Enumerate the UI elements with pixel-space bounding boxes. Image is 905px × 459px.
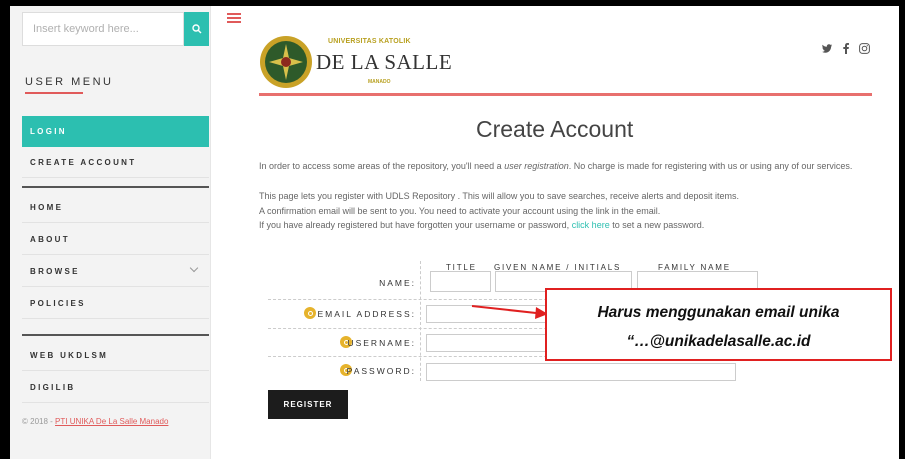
university-city: MANADO <box>368 79 391 85</box>
intro-emphasis: user registration <box>504 161 569 171</box>
name-label-cell: NAME: <box>268 278 416 290</box>
instagram-icon[interactable] <box>859 43 870 54</box>
annotation-box: Harus menggunakan email unika “…@unikade… <box>545 288 892 361</box>
header-divider <box>259 93 872 96</box>
username-label: USERNAME: <box>347 338 416 348</box>
title-underline <box>25 92 83 94</box>
title-input[interactable] <box>430 271 491 292</box>
forgot-password-text: If you have already registered but have … <box>259 219 889 231</box>
sidebar: USER MENU LOGIN CREATE ACCOUNT HOME ABOU… <box>10 6 211 459</box>
annotation-line-1: Harus menggunakan email unika <box>597 304 840 321</box>
register-button[interactable]: REGISTER <box>268 390 348 419</box>
forgot-text-b: to set a new password. <box>609 220 705 230</box>
password-field[interactable] <box>426 363 736 381</box>
sidebar-item-home[interactable]: HOME <box>22 192 209 223</box>
sidebar-divider <box>22 334 209 336</box>
name-label: NAME: <box>379 278 416 288</box>
forgot-text-a: If you have already registered but have … <box>259 220 572 230</box>
chevron-down-icon <box>189 263 199 273</box>
sidebar-item-label: ABOUT <box>30 234 70 244</box>
copyright: © 2018 - PTI UNIKA De La Salle Manado <box>22 417 168 426</box>
sidebar-item-label: DIGILIB <box>30 382 76 392</box>
search-input[interactable] <box>22 12 184 46</box>
user-menu-title: USER MENU <box>25 76 114 88</box>
hamburger-menu-icon[interactable] <box>227 13 241 23</box>
sidebar-item-label: CREATE ACCOUNT <box>30 157 137 167</box>
sidebar-item-label: POLICIES <box>30 298 86 308</box>
copyright-text: © 2018 - <box>22 417 56 426</box>
confirmation-info-text: A confirmation email will be sent to you… <box>259 206 661 216</box>
university-logo <box>260 36 312 88</box>
sidebar-item-label: HOME <box>30 202 64 212</box>
sidebar-item-digilib[interactable]: DIGILIB <box>22 372 209 403</box>
form-column-divider <box>420 261 421 381</box>
sidebar-item-about[interactable]: ABOUT <box>22 224 209 255</box>
browser-viewport: USER MENU LOGIN CREATE ACCOUNT HOME ABOU… <box>10 6 899 459</box>
search-bar <box>22 12 209 46</box>
password-label: PASSWORD: <box>346 366 416 376</box>
intro-paragraph: In order to access some areas of the rep… <box>259 160 889 172</box>
sidebar-item-web-ukdlsm[interactable]: WEB UKDLSM <box>22 340 209 371</box>
page-title: Create Account <box>476 116 634 142</box>
search-icon <box>191 24 201 34</box>
copyright-link[interactable]: PTI UNIKA De La Salle Manado <box>55 417 168 426</box>
annotation-arrow <box>471 305 548 319</box>
register-info-text: This page lets you register with UDLS Re… <box>259 191 740 201</box>
sidebar-divider <box>22 186 209 188</box>
university-subtitle: UNIVERSITAS KATOLIK <box>328 38 411 45</box>
university-name: DE LA SALLE <box>316 50 453 74</box>
email-label: EMAIL ADDRESS: <box>317 309 416 319</box>
intro-text-a: In order to access some areas of the rep… <box>259 161 505 171</box>
sidebar-item-label: BROWSE <box>30 266 80 276</box>
sidebar-item-label: LOGIN <box>30 127 67 136</box>
password-label-cell: PASSWORD: <box>268 366 416 378</box>
facebook-icon[interactable] <box>843 43 849 54</box>
email-label-cell: EMAIL ADDRESS: <box>268 309 416 321</box>
sidebar-item-policies[interactable]: POLICIES <box>22 288 209 319</box>
sidebar-item-label: WEB UKDLSM <box>30 350 109 360</box>
twitter-icon[interactable] <box>822 44 832 53</box>
annotation-line-2: “…@unikadelasalle.ac.id <box>626 333 811 350</box>
intro-text-b: . No charge is made for registering with… <box>568 161 853 171</box>
search-button[interactable] <box>184 12 209 46</box>
sidebar-item-login[interactable]: LOGIN <box>22 116 209 147</box>
username-label-cell: USERNAME: <box>268 338 416 350</box>
sidebar-item-browse[interactable]: BROWSE <box>22 256 209 287</box>
sidebar-item-create-account[interactable]: CREATE ACCOUNT <box>22 147 209 178</box>
reset-password-link[interactable]: click here <box>572 220 610 230</box>
